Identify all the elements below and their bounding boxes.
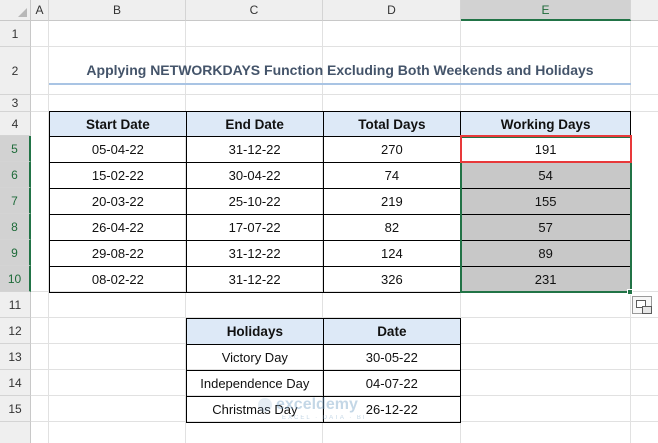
row-header-11[interactable]: 11 (0, 292, 31, 318)
row-header-8[interactable]: 8 (0, 214, 31, 240)
column-header-a[interactable]: A (31, 0, 49, 21)
row-header-10[interactable]: 10 (0, 266, 31, 292)
watermark-text: exceldemy (276, 396, 358, 413)
header-holidays[interactable]: Holidays (186, 318, 324, 345)
cell-start-date[interactable]: 08-02-22 (49, 266, 187, 293)
cell-holiday-date[interactable]: 04-07-22 (322, 370, 462, 397)
sheet-title: Applying NETWORKDAYS Function Excluding … (86, 62, 594, 78)
header-working-days[interactable]: Working Days (460, 111, 631, 137)
row-header-14[interactable]: 14 (0, 370, 31, 396)
header-date[interactable]: Date (322, 318, 462, 345)
title-underline (49, 83, 631, 85)
row-header-5[interactable]: 5 (0, 136, 31, 162)
cell-start-date[interactable]: 20-03-22 (49, 188, 187, 215)
cell-total-days[interactable]: 270 (322, 136, 462, 163)
row-header-4[interactable]: 4 (0, 112, 31, 136)
select-all-corner[interactable] (0, 0, 31, 21)
column-header-d[interactable]: D (323, 0, 461, 21)
table-row: Independence Day 04-07-22 (186, 370, 462, 397)
header-end-date[interactable]: End Date (185, 111, 324, 137)
fill-handle[interactable] (627, 289, 633, 295)
cell-holiday-date[interactable]: 30-05-22 (322, 344, 462, 371)
cell-end-date[interactable]: 17-07-22 (185, 214, 324, 241)
cell-end-date[interactable]: 31-12-22 (185, 136, 324, 163)
row-header-1[interactable]: 1 (0, 21, 31, 47)
row-header-15[interactable]: 15 (0, 396, 31, 422)
table-row: Victory Day 30-05-22 (186, 344, 462, 371)
cell-start-date[interactable]: 15-02-22 (49, 162, 187, 189)
cell-total-days[interactable]: 74 (322, 162, 462, 189)
header-start-date[interactable]: Start Date (49, 111, 187, 137)
row-header-9[interactable]: 9 (0, 240, 31, 266)
exceldemy-logo-icon (258, 398, 272, 412)
column-header-b[interactable]: B (49, 0, 186, 21)
cell-end-date[interactable]: 31-12-22 (185, 240, 324, 267)
column-header-e[interactable]: E (461, 0, 631, 21)
row-header-7[interactable]: 7 (0, 188, 31, 214)
row-header-12[interactable]: 12 (0, 318, 31, 344)
cell-end-date[interactable]: 31-12-22 (185, 266, 324, 293)
row-header-2[interactable]: 2 (0, 47, 31, 95)
exceldemy-watermark: exceldemy (258, 394, 358, 416)
row-header-13[interactable]: 13 (0, 344, 31, 370)
column-header-f-partial[interactable] (631, 0, 658, 21)
cell-total-days[interactable]: 219 (322, 188, 462, 215)
cell-total-days[interactable]: 82 (322, 214, 462, 241)
column-header-c[interactable]: C (186, 0, 323, 21)
row-header-3[interactable]: 3 (0, 95, 31, 112)
row-header-16-partial[interactable] (0, 422, 31, 443)
cell-holiday-name[interactable]: Victory Day (186, 344, 324, 371)
cell-holiday-name[interactable]: Independence Day (186, 370, 324, 397)
cell-start-date[interactable]: 05-04-22 (49, 136, 187, 163)
cell-total-days[interactable]: 326 (322, 266, 462, 293)
cell-start-date[interactable]: 26-04-22 (49, 214, 187, 241)
cell-end-date[interactable]: 30-04-22 (185, 162, 324, 189)
quick-analysis-icon[interactable] (632, 296, 652, 314)
cell-start-date[interactable]: 29-08-22 (49, 240, 187, 267)
active-cell-highlight (460, 135, 632, 163)
cell-total-days[interactable]: 124 (322, 240, 462, 267)
header-total-days[interactable]: Total Days (322, 111, 462, 137)
row-header-6[interactable]: 6 (0, 162, 31, 188)
gridline (31, 94, 658, 95)
cell-end-date[interactable]: 25-10-22 (185, 188, 324, 215)
watermark-tagline: EXCEL · DATA · BI (282, 415, 367, 421)
